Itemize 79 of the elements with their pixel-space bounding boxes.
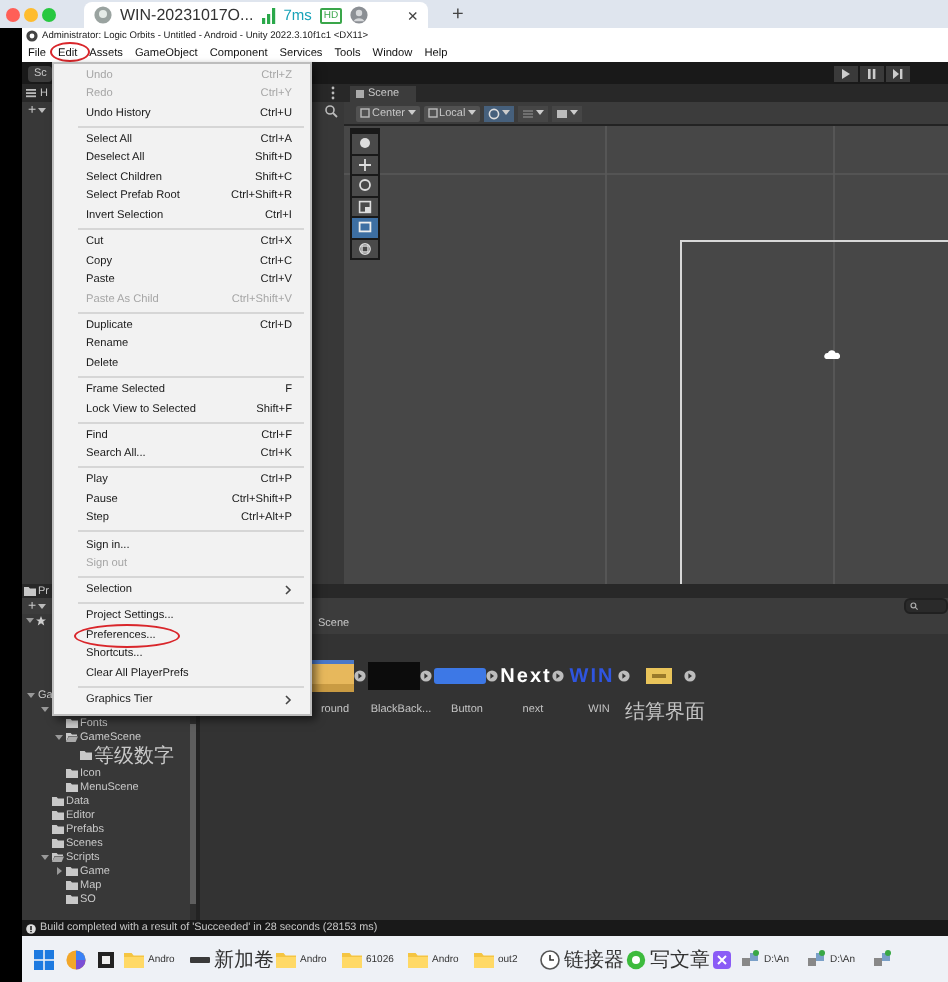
clock-icon — [540, 949, 560, 969]
asset-label[interactable]: 结算界面 — [625, 698, 705, 726]
pause-icon — [866, 67, 878, 79]
caret-icon[interactable] — [26, 618, 34, 624]
search-icon[interactable] — [324, 104, 338, 118]
taskbar-button[interactable]: 写文章 — [626, 940, 712, 978]
play-icon — [840, 67, 852, 79]
rotate-icon — [358, 178, 372, 193]
grid-icon — [356, 90, 364, 98]
search-icon — [910, 602, 918, 610]
list-icon — [26, 88, 36, 98]
star-icon — [36, 616, 46, 626]
expand-arrow-icon[interactable] — [420, 670, 432, 682]
step-button[interactable] — [886, 65, 910, 81]
expanded-arrow-icon[interactable] — [54, 732, 64, 742]
snap-dropdown[interactable] — [517, 105, 548, 121]
caret-icon[interactable] — [38, 108, 47, 114]
expand-arrow-icon[interactable] — [684, 670, 696, 682]
network-icon — [806, 949, 826, 969]
signal-icon — [261, 7, 276, 23]
expand-arrow-icon[interactable] — [354, 670, 366, 682]
folder-icon — [474, 949, 494, 969]
network-icon — [872, 949, 892, 969]
expanded-arrow-icon[interactable] — [26, 690, 36, 700]
move-icon — [358, 157, 372, 172]
rect-icon — [358, 220, 372, 235]
app-tile-icon — [712, 949, 732, 969]
folder-icon — [408, 949, 428, 969]
button-thumbnail[interactable] — [434, 668, 486, 684]
expanded-arrow-icon[interactable] — [40, 704, 50, 714]
view-dropdown[interactable] — [551, 105, 582, 121]
taskbar-button[interactable]: 新加卷 — [190, 940, 276, 978]
kebab-icon[interactable] — [330, 86, 336, 100]
site-icon — [94, 6, 112, 24]
transform-tool-button[interactable] — [352, 239, 378, 258]
step-icon — [892, 67, 904, 79]
scale-icon — [358, 199, 372, 214]
thumbnail-text: Next — [500, 665, 552, 687]
move-tool-button[interactable] — [352, 155, 378, 174]
caret-icon — [501, 110, 510, 116]
folder-icon — [124, 949, 144, 969]
open-folder-icon — [66, 732, 78, 742]
hand-icon — [358, 136, 372, 151]
tab-close-button[interactable]: × — [407, 5, 418, 25]
caret-icon — [467, 110, 476, 116]
rect-tool-button[interactable] — [352, 218, 378, 237]
windows-icon — [34, 949, 54, 969]
window-icon — [96, 949, 116, 969]
cloud-icon — [824, 350, 840, 360]
avatar-icon — [350, 6, 369, 24]
expand-arrow-icon[interactable] — [552, 670, 564, 682]
rotate-tool-button[interactable] — [352, 176, 378, 195]
image-thumbnail[interactable] — [645, 668, 671, 684]
caret-icon — [407, 110, 416, 116]
hand-tool-button[interactable] — [352, 134, 378, 153]
folder-icon — [342, 949, 362, 969]
expand-arrow-icon[interactable] — [618, 670, 630, 682]
transform-icon — [358, 241, 372, 256]
caret-icon — [569, 110, 578, 116]
app-icon — [66, 949, 86, 969]
play-button[interactable] — [834, 65, 858, 81]
new-tab-button[interactable]: + — [452, 3, 464, 25]
expand-arrow-icon[interactable] — [486, 670, 498, 682]
taskbar-button[interactable]: 链接器 — [540, 940, 626, 978]
open-folder-icon — [52, 852, 64, 862]
scale-tool-button[interactable] — [352, 197, 378, 216]
search-field[interactable] — [904, 598, 948, 614]
folder-icon — [276, 949, 296, 969]
pause-button[interactable] — [860, 65, 884, 81]
gizmo-icon — [487, 107, 500, 119]
folder-label[interactable]: 等级数字 — [94, 741, 174, 769]
gizmo-dropdown[interactable] — [483, 105, 514, 121]
caret-icon — [535, 110, 544, 116]
dark-thumbnail[interactable] — [368, 662, 420, 690]
network-icon — [740, 949, 760, 969]
expanded-arrow-icon[interactable] — [40, 852, 50, 862]
thumbnail-text: WIN — [569, 665, 615, 687]
frame-icon — [555, 107, 568, 119]
collapsed-arrow-icon[interactable] — [54, 866, 64, 876]
